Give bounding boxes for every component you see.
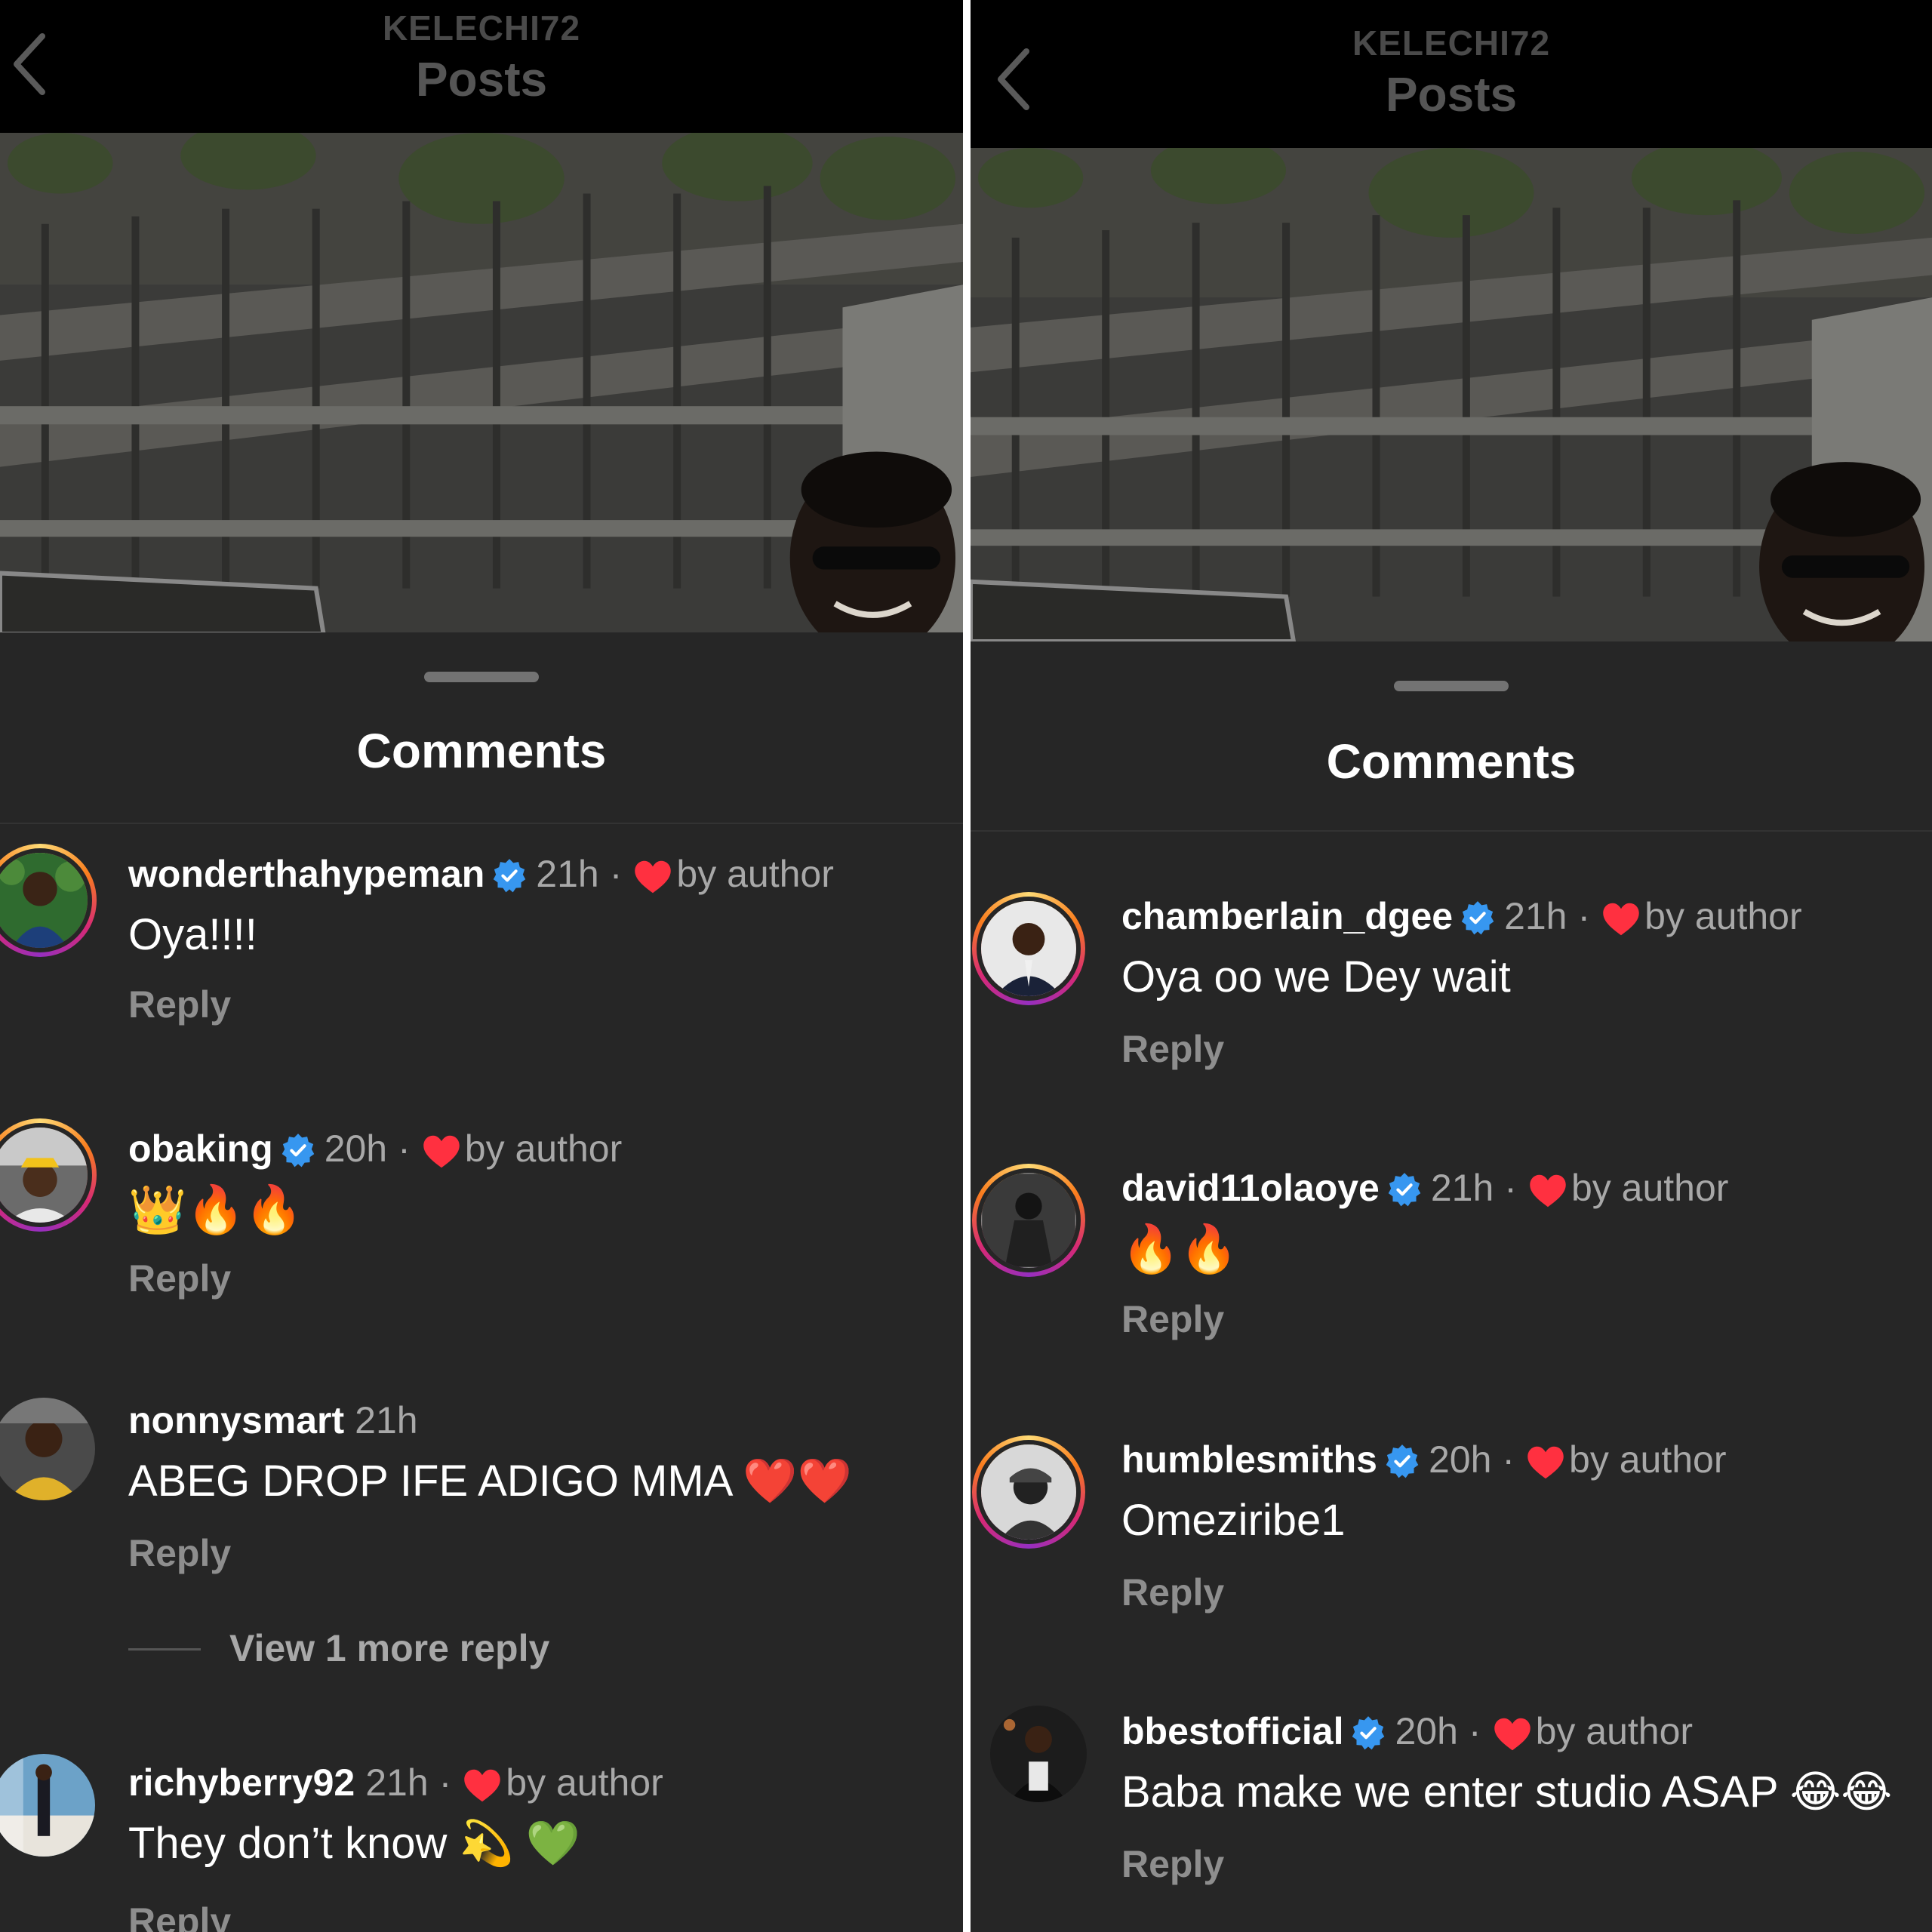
reply-button[interactable]: Reply bbox=[128, 1531, 231, 1576]
left-screenshot: KELECHI72 Posts Comments wonderthahypema… bbox=[0, 0, 963, 1932]
avatar[interactable] bbox=[0, 1754, 95, 1857]
heart-icon bbox=[1529, 1174, 1567, 1208]
heart-icon bbox=[634, 860, 672, 894]
reply-button[interactable]: Reply bbox=[1121, 1297, 1224, 1342]
page-title: Posts bbox=[415, 52, 548, 106]
comment-meta: bbestofficial 20h · by author bbox=[1121, 1709, 1693, 1754]
liked-by-author-label: by author bbox=[1535, 1710, 1694, 1752]
comment-time: 20h bbox=[1428, 1438, 1492, 1481]
comment-text: Oya oo we Dey wait bbox=[1121, 952, 1511, 1001]
post-photo bbox=[0, 133, 963, 634]
verified-badge-icon bbox=[1460, 900, 1495, 935]
drag-handle[interactable] bbox=[1394, 681, 1509, 691]
verified-badge-icon bbox=[281, 1133, 315, 1168]
comment-username[interactable]: wonderthahypeman bbox=[128, 853, 485, 895]
liked-by-author-label: by author bbox=[1571, 1167, 1729, 1209]
profile-username: KELECHI72 bbox=[382, 8, 581, 48]
top-bar: KELECHI72 Posts bbox=[971, 0, 1932, 148]
comment-text: Omeziribe1 bbox=[1121, 1496, 1346, 1545]
liked-by-author-label: by author bbox=[506, 1761, 663, 1804]
avatar[interactable] bbox=[0, 1398, 95, 1500]
drag-handle[interactable] bbox=[424, 672, 539, 682]
separator-dot: · bbox=[1504, 1167, 1517, 1209]
avatar[interactable] bbox=[0, 844, 97, 957]
liked-by-author-label: by author bbox=[676, 853, 834, 895]
page-title: Posts bbox=[1385, 67, 1518, 122]
reply-button[interactable]: Reply bbox=[128, 982, 231, 1027]
comment-username[interactable]: david11olaoye bbox=[1121, 1167, 1380, 1209]
comment-meta: humblesmiths 20h · by author bbox=[1121, 1437, 1727, 1482]
comment-username[interactable]: bbestofficial bbox=[1121, 1710, 1343, 1752]
separator-dot: · bbox=[398, 1128, 411, 1170]
comment-text: ABEG DROP IFE ADIGO MMA ❤️❤️ bbox=[128, 1457, 852, 1506]
comment-time: 21h bbox=[1430, 1167, 1494, 1209]
comment-meta: wonderthahypeman 21h · by author bbox=[128, 851, 834, 897]
separator-dot: · bbox=[438, 1761, 452, 1804]
reply-button[interactable]: Reply bbox=[1121, 1026, 1224, 1072]
comment-time: 21h bbox=[365, 1761, 429, 1804]
avatar[interactable] bbox=[972, 1435, 1085, 1549]
comment-username[interactable]: chamberlain_dgee bbox=[1121, 895, 1453, 937]
avatar[interactable] bbox=[972, 1164, 1085, 1277]
top-bar: KELECHI72 Posts bbox=[0, 0, 963, 133]
avatar[interactable] bbox=[972, 892, 1085, 1005]
profile-username: KELECHI72 bbox=[1352, 23, 1551, 63]
comment-text: 🔥🔥 bbox=[1121, 1221, 1238, 1276]
comment-meta: chamberlain_dgee 21h · by author bbox=[1121, 894, 1802, 939]
verified-badge-icon bbox=[1385, 1444, 1420, 1478]
comment-time: 20h bbox=[1395, 1710, 1458, 1752]
comment-time: 21h bbox=[355, 1399, 418, 1441]
view-replies-line bbox=[128, 1648, 201, 1651]
heart-icon bbox=[1527, 1445, 1564, 1480]
heart-icon bbox=[423, 1134, 460, 1169]
comment-text: 👑🔥🔥 bbox=[128, 1182, 303, 1237]
separator-dot: · bbox=[1577, 895, 1591, 937]
divider bbox=[0, 823, 963, 824]
right-screenshot: KELECHI72 Posts Comments chamberlain_dge… bbox=[971, 0, 1932, 1932]
reply-button[interactable]: Reply bbox=[1121, 1570, 1224, 1615]
liked-by-author-label: by author bbox=[464, 1128, 623, 1170]
avatar[interactable] bbox=[990, 1706, 1087, 1802]
heart-icon bbox=[1494, 1717, 1531, 1752]
comment-text: They don’t know 💫 💚 bbox=[128, 1819, 581, 1868]
comments-sheet: Comments chamberlain_dgee 21h · by author O… bbox=[971, 641, 1932, 1932]
reply-button[interactable]: Reply bbox=[1121, 1841, 1224, 1887]
comments-title: Comments bbox=[1326, 734, 1577, 789]
comment-time: 21h bbox=[536, 853, 599, 895]
comment-meta: david11olaoye 21h · by author bbox=[1121, 1165, 1728, 1211]
heart-icon bbox=[1602, 902, 1640, 937]
separator-dot: · bbox=[609, 853, 623, 895]
separator-dot: · bbox=[1502, 1438, 1515, 1481]
view-more-replies-button[interactable]: View 1 more reply bbox=[229, 1626, 549, 1671]
comments-title: Comments bbox=[356, 724, 607, 778]
comment-meta: nonnysmart 21h bbox=[128, 1398, 418, 1443]
verified-badge-icon bbox=[492, 858, 527, 893]
heart-icon bbox=[463, 1768, 501, 1803]
comment-username[interactable]: humblesmiths bbox=[1121, 1438, 1377, 1481]
avatar[interactable] bbox=[0, 1118, 97, 1232]
comment-meta: obaking 20h · by author bbox=[128, 1126, 622, 1171]
comment-time: 20h bbox=[324, 1128, 388, 1170]
separator-dot: · bbox=[1468, 1710, 1481, 1752]
liked-by-author-label: by author bbox=[1569, 1438, 1727, 1481]
comment-username[interactable]: nonnysmart bbox=[128, 1399, 344, 1441]
verified-badge-icon bbox=[1351, 1715, 1386, 1750]
reply-button[interactable]: Reply bbox=[128, 1899, 231, 1932]
post-photo bbox=[971, 148, 1932, 641]
divider bbox=[971, 830, 1932, 832]
comment-username[interactable]: obaking bbox=[128, 1128, 273, 1170]
comment-meta: richyberry92 21h · by author bbox=[128, 1760, 663, 1805]
liked-by-author-label: by author bbox=[1644, 895, 1802, 937]
comment-text: Oya!!!! bbox=[128, 910, 257, 959]
reply-button[interactable]: Reply bbox=[128, 1256, 231, 1301]
verified-badge-icon bbox=[1387, 1172, 1422, 1207]
comment-username[interactable]: richyberry92 bbox=[128, 1761, 355, 1804]
comments-sheet: Comments wonderthahypeman 21h · by author O… bbox=[0, 632, 963, 1932]
comment-text: Baba make we enter studio ASAP 😂😂 bbox=[1121, 1767, 1893, 1817]
comment-time: 21h bbox=[1504, 895, 1567, 937]
